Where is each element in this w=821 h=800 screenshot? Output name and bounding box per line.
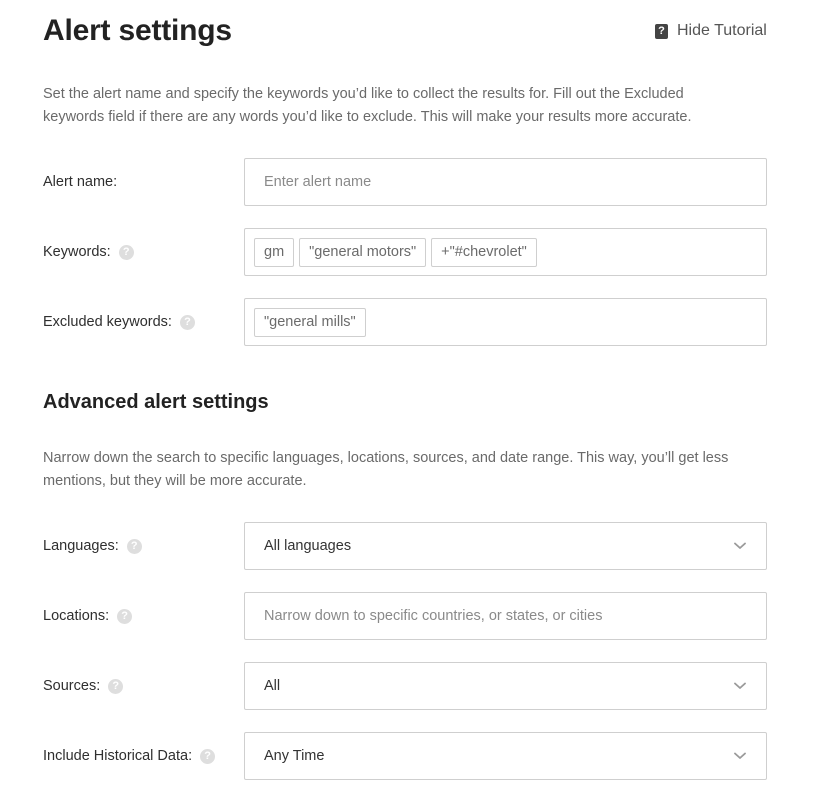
languages-label-row: Languages: ? (43, 538, 142, 554)
alert-settings-description: Set the alert name and specify the keywo… (43, 86, 692, 125)
historical-data-help-icon[interactable]: ? (200, 748, 216, 764)
chevron-down-icon (733, 539, 747, 553)
excluded-keyword-tag[interactable]: "general mills" (254, 307, 366, 337)
historical-data-selected-value: Any Time (264, 748, 325, 764)
chevron-down-icon (733, 679, 747, 693)
hide-tutorial-label: Hide Tutorial (677, 22, 767, 39)
sources-select[interactable]: All (244, 662, 767, 710)
alert-name-input[interactable] (245, 159, 766, 205)
chevron-down-icon (733, 749, 747, 763)
sources-label: Sources: (43, 678, 101, 694)
question-mark-icon: ? (655, 23, 668, 39)
historical-data-label-row: Include Historical Data: ? (43, 748, 216, 764)
locations-input[interactable] (245, 593, 766, 639)
alert-name-label: Alert name: (43, 174, 118, 190)
advanced-settings-title: Advanced alert settings (43, 391, 269, 413)
languages-selected-value: All languages (264, 538, 352, 554)
languages-help-icon[interactable]: ? (126, 538, 142, 554)
keywords-label-row: Keywords: ? (43, 244, 134, 260)
keyword-tag[interactable]: "general motors" (299, 237, 427, 267)
excluded-keywords-label: Excluded keywords: (43, 314, 172, 330)
locations-help-icon[interactable]: ? (117, 608, 133, 624)
languages-label: Languages: (43, 538, 119, 554)
hide-tutorial-button[interactable]: ? Hide Tutorial (655, 22, 767, 40)
sources-label-row: Sources: ? (43, 678, 124, 694)
alert-name-label-row: Alert name: (43, 174, 117, 190)
keyword-tag[interactable]: +"#chevrolet" (431, 237, 537, 267)
historical-data-select[interactable]: Any Time (244, 732, 767, 780)
historical-data-label: Include Historical Data: (43, 748, 193, 764)
excluded-keywords-label-row: Excluded keywords: ? (43, 314, 195, 330)
page-title: Alert settings (43, 14, 232, 47)
sources-selected-value: All (264, 678, 281, 694)
keyword-tag[interactable]: gm (254, 237, 295, 267)
excluded-keywords-help-icon[interactable]: ? (179, 314, 195, 330)
keywords-help-icon[interactable]: ? (118, 244, 134, 260)
sources-help-icon[interactable]: ? (108, 678, 124, 694)
keywords-label: Keywords: (43, 244, 111, 260)
alert-name-field[interactable] (244, 158, 767, 206)
advanced-settings-description: Narrow down the search to specific langu… (43, 450, 729, 489)
locations-label-row: Locations: ? (43, 608, 133, 624)
excluded-keywords-field[interactable]: "general mills" (244, 298, 767, 346)
languages-select[interactable]: All languages (244, 522, 767, 570)
locations-label: Locations: (43, 608, 110, 624)
locations-field[interactable] (244, 592, 767, 640)
keywords-field[interactable]: gm "general motors" +"#chevrolet" (244, 228, 767, 276)
